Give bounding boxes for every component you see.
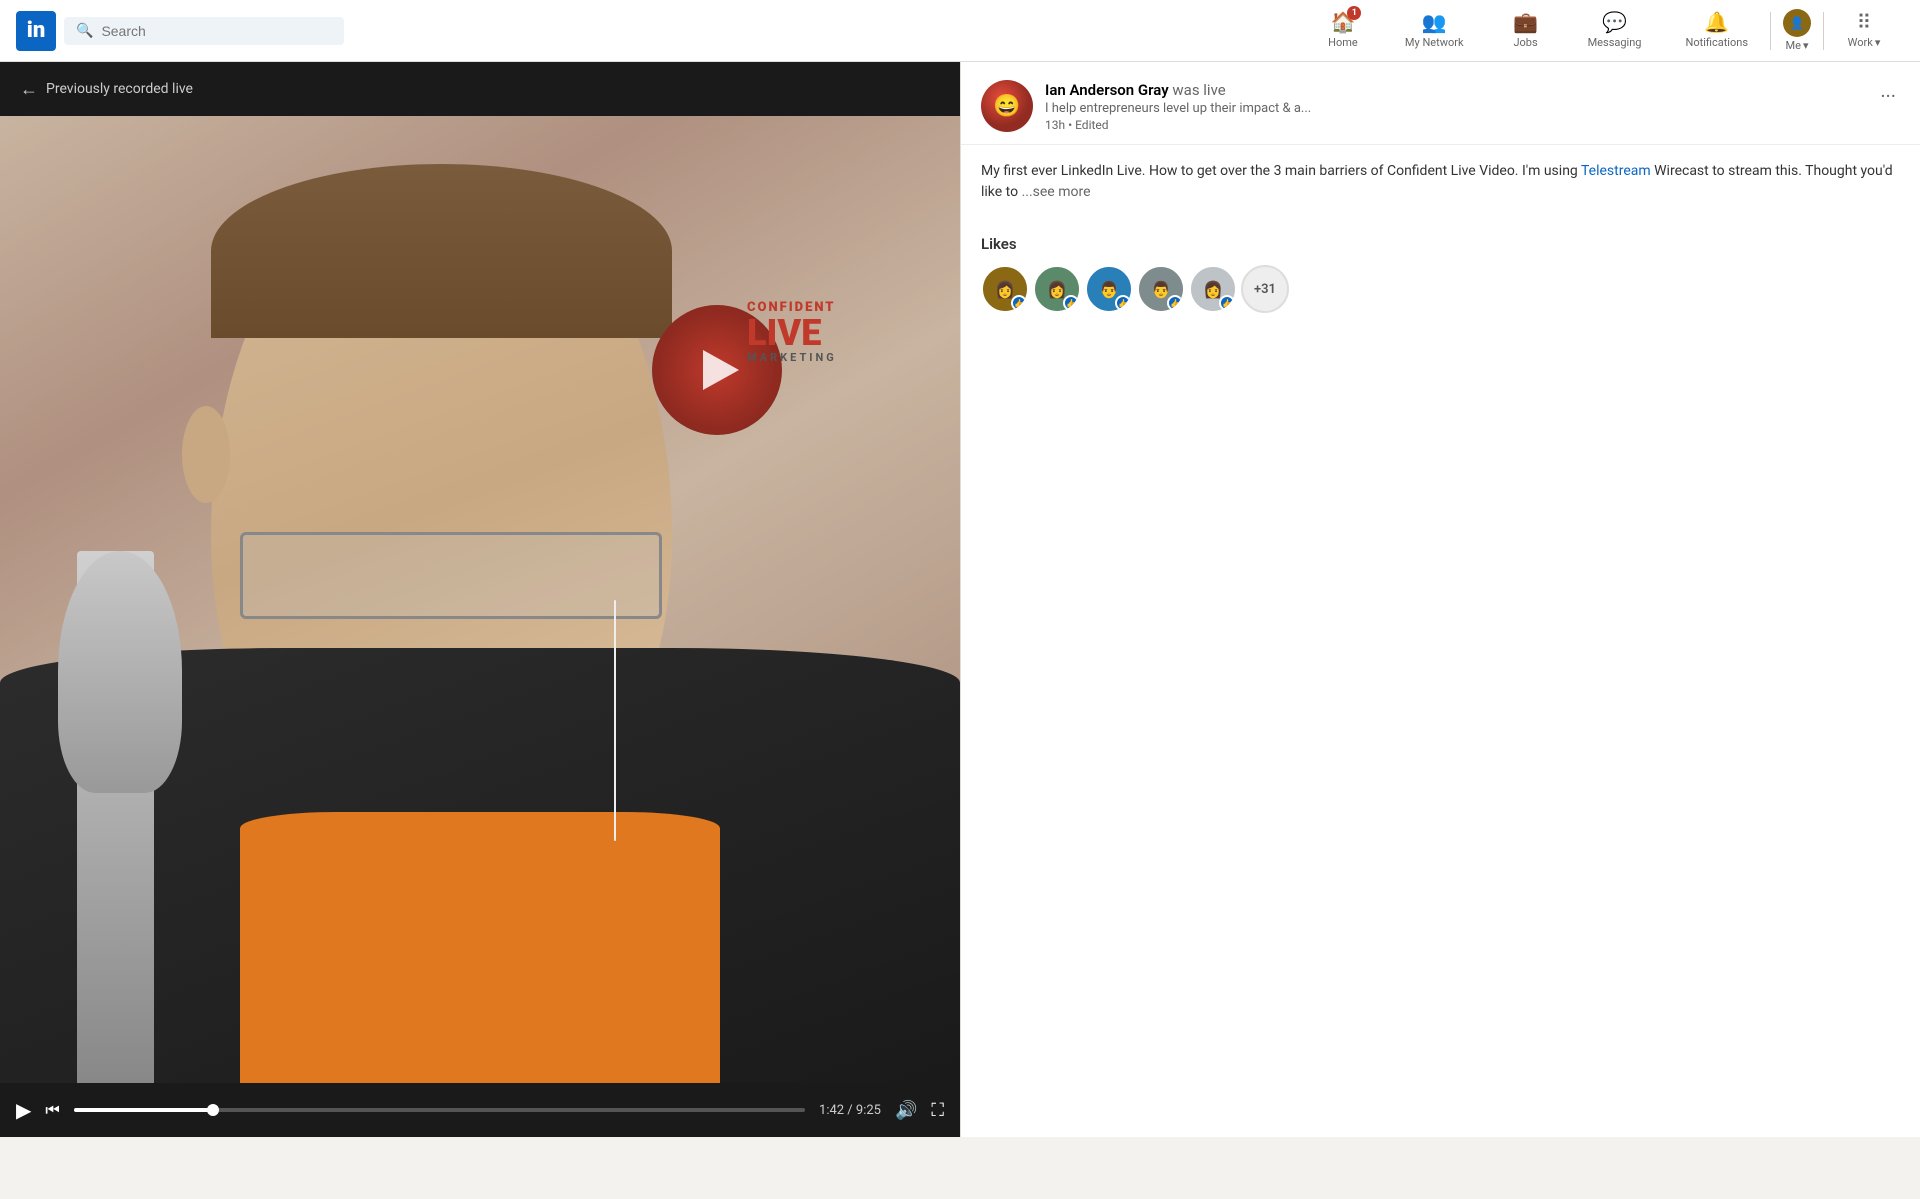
- avatar: 👤: [1783, 9, 1811, 37]
- like-badge-3: 👍: [1115, 295, 1131, 311]
- navbar: in 🔍 🏠 1 Home 👥 My Network 💼 Jobs 💬 Mess…: [0, 0, 1920, 62]
- like-badge-4: 👍: [1167, 295, 1183, 311]
- post-author-avatar[interactable]: 😄: [981, 80, 1033, 132]
- likes-section: Likes 👩 👍 👩 👍 👨 👍 👨 👍: [961, 219, 1920, 329]
- see-more-link[interactable]: ...see more: [1022, 184, 1091, 200]
- person-ear: [182, 406, 230, 503]
- home-badge: 1: [1347, 6, 1361, 20]
- search-input[interactable]: [101, 23, 332, 39]
- like-badge-2: 👍: [1063, 295, 1079, 311]
- fullscreen-button[interactable]: ⛶: [931, 1100, 944, 1121]
- post-author-line: Ian Anderson Gray was live: [1045, 80, 1864, 99]
- post-header: 😄 Ian Anderson Gray was live I help entr…: [961, 62, 1920, 145]
- nav-items: 🏠 1 Home 👥 My Network 💼 Jobs 💬 Messaging…: [1303, 0, 1904, 62]
- work-icon: ⠿: [1857, 10, 1872, 34]
- person-glasses: [240, 532, 662, 619]
- like-avatar-3[interactable]: 👨 👍: [1085, 265, 1133, 313]
- skip-back-button[interactable]: ⏮: [45, 1100, 59, 1120]
- video-area[interactable]: CONFIDENT LIVE MARKETING: [0, 116, 960, 1083]
- post-subtitle: I help entrepreneurs level up their impa…: [1045, 101, 1864, 116]
- video-topbar: ← Previously recorded live: [0, 62, 960, 116]
- mic-head: [58, 551, 183, 793]
- progress-bar[interactable]: [74, 1108, 805, 1112]
- more-likes-button[interactable]: +31: [1241, 265, 1289, 313]
- nav-my-network-label: My Network: [1405, 36, 1464, 49]
- nav-work[interactable]: ⠿ Work▾: [1824, 0, 1904, 62]
- search-bar[interactable]: 🔍: [64, 17, 344, 45]
- play-icon: [703, 350, 739, 390]
- logo-text: CONFIDENT LIVE MARKETING: [747, 300, 912, 364]
- like-badge-5: 👍: [1219, 295, 1235, 311]
- post-more-button[interactable]: ···: [1876, 80, 1900, 112]
- person-hair: [211, 164, 672, 338]
- video-background: CONFIDENT LIVE MARKETING: [0, 116, 960, 1083]
- linkedin-logo[interactable]: in: [16, 11, 56, 51]
- nav-messaging[interactable]: 💬 Messaging: [1566, 0, 1664, 62]
- main-content: ← Previously recorded live: [0, 62, 1920, 1137]
- likes-avatars: 👩 👍 👩 👍 👨 👍 👨 👍 👩 👍: [981, 265, 1900, 313]
- time-display: 1:42 / 9:25: [819, 1103, 881, 1118]
- nav-home-label: Home: [1328, 36, 1358, 49]
- logo-live-text: LIVE: [747, 315, 912, 351]
- post-time: 13h • Edited: [1045, 118, 1864, 132]
- nav-jobs[interactable]: 💼 Jobs: [1486, 0, 1566, 62]
- post-meta: Ian Anderson Gray was live I help entrep…: [1045, 80, 1864, 132]
- post-telestream-link[interactable]: Telestream: [1581, 163, 1651, 179]
- like-avatar-5[interactable]: 👩 👍: [1189, 265, 1237, 313]
- side-panel: 😄 Ian Anderson Gray was live I help entr…: [960, 62, 1920, 1137]
- nav-notifications-label: Notifications: [1685, 36, 1748, 49]
- play-button[interactable]: ▶: [16, 1098, 31, 1122]
- hoodie-orange-accent: [240, 812, 720, 1083]
- post-was-live: was live: [1169, 81, 1226, 99]
- avatar-placeholder: 👤: [1790, 16, 1805, 30]
- volume-button[interactable]: 🔊: [895, 1100, 917, 1121]
- video-frame: [0, 116, 960, 1083]
- network-icon: 👥: [1422, 10, 1447, 34]
- home-icon: 🏠 1: [1330, 10, 1355, 34]
- post-body: My first ever LinkedIn Live. How to get …: [961, 145, 1920, 219]
- logo-overlay: CONFIDENT LIVE MARKETING: [652, 290, 912, 450]
- nav-me[interactable]: 👤 Me ▾: [1771, 0, 1823, 62]
- nav-notifications[interactable]: 🔔 Notifications: [1663, 0, 1770, 62]
- like-avatar-2[interactable]: 👩 👍: [1033, 265, 1081, 313]
- video-panel: ← Previously recorded live: [0, 62, 960, 1137]
- search-icon: 🔍: [76, 23, 93, 39]
- avatar-image: 😄: [981, 80, 1033, 132]
- nav-jobs-label: Jobs: [1513, 36, 1537, 49]
- messaging-icon: 💬: [1602, 10, 1627, 34]
- post-body-text: My first ever LinkedIn Live. How to get …: [981, 163, 1581, 179]
- like-badge-1: 👍: [1011, 295, 1027, 311]
- nav-my-network[interactable]: 👥 My Network: [1383, 0, 1486, 62]
- jobs-icon: 💼: [1513, 10, 1538, 34]
- notifications-icon: 🔔: [1704, 10, 1729, 34]
- nav-home[interactable]: 🏠 1 Home: [1303, 0, 1383, 62]
- like-avatar-4[interactable]: 👨 👍: [1137, 265, 1185, 313]
- back-button[interactable]: ← Previously recorded live: [20, 79, 193, 100]
- nav-me-label: Me ▾: [1786, 39, 1809, 52]
- nav-work-label: Work▾: [1848, 36, 1881, 49]
- post-author-name[interactable]: Ian Anderson Gray: [1045, 81, 1169, 99]
- back-arrow-icon: ←: [20, 79, 38, 100]
- like-avatar-1[interactable]: 👩 👍: [981, 265, 1029, 313]
- progress-thumb: [207, 1104, 219, 1116]
- logo-marketing-text: MARKETING: [747, 351, 912, 364]
- back-label: Previously recorded live: [46, 81, 193, 97]
- video-controls: ▶ ⏮ 1:42 / 9:25 🔊 ⛶: [0, 1083, 960, 1137]
- progress-fill: [74, 1108, 213, 1112]
- likes-title: Likes: [981, 235, 1900, 253]
- nav-messaging-label: Messaging: [1588, 36, 1642, 49]
